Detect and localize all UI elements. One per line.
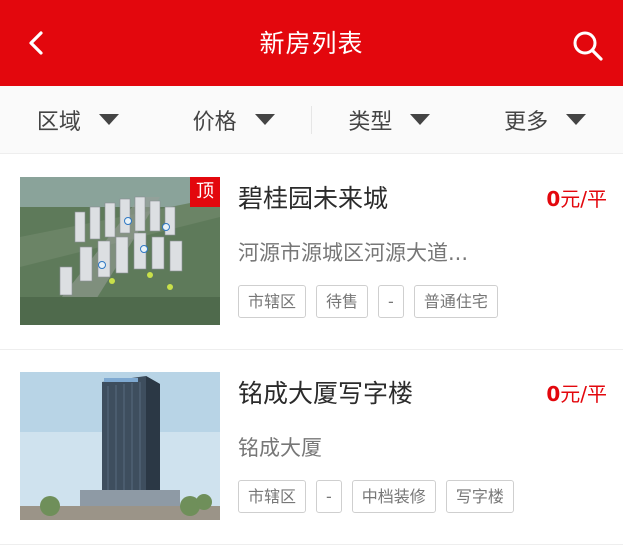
search-icon[interactable] — [571, 29, 605, 63]
listing-address: 河源市源城区河源大道... — [238, 241, 469, 265]
price-unit: 元/平 — [560, 187, 607, 211]
caret-down-icon — [566, 114, 587, 125]
listing-address: 铭成大厦 — [238, 436, 322, 460]
filter-type[interactable]: 类型 — [312, 86, 468, 153]
tag: 普通住宅 — [413, 285, 498, 318]
listing-name: 碧桂园未来城 — [238, 184, 389, 213]
listing-tags: 市辖区 待售 - 普通住宅 — [238, 285, 498, 318]
filter-divider — [311, 106, 312, 134]
tag: 中档装修 — [351, 480, 436, 513]
listing-price: 0元/平 — [546, 378, 607, 407]
page-title: 新房列表 — [259, 29, 364, 58]
filter-label: 价格 — [192, 109, 237, 135]
tag: - — [378, 285, 404, 318]
price-value: 0 — [546, 187, 561, 211]
listing-card[interactable]: 顶 碧桂园未来城 0元/平 河源市源城区河源大道... 市辖区 待售 - 普通住… — [0, 155, 623, 350]
filter-region[interactable]: 区域 — [0, 86, 156, 153]
filter-label: 区域 — [36, 109, 81, 135]
filter-label: 类型 — [348, 109, 393, 135]
price-unit: 元/平 — [560, 382, 607, 406]
listing-photo — [20, 372, 220, 520]
caret-down-icon — [98, 114, 119, 125]
caret-down-icon — [254, 114, 275, 125]
filter-more[interactable]: 更多 — [467, 86, 623, 153]
listing-card[interactable]: 铭成大厦写字楼 0元/平 铭成大厦 市辖区 - 中档装修 写字楼 — [0, 350, 623, 545]
filter-price[interactable]: 价格 — [156, 86, 312, 153]
top-nav-bar: 新房列表 — [0, 0, 623, 86]
top-badge: 顶 — [190, 177, 220, 207]
filter-label: 更多 — [504, 109, 549, 135]
listing-list: 顶 碧桂园未来城 0元/平 河源市源城区河源大道... 市辖区 待售 - 普通住… — [0, 155, 623, 545]
tag: - — [316, 480, 342, 513]
price-value: 0 — [546, 382, 561, 406]
listing-price: 0元/平 — [546, 183, 607, 212]
tag: 待售 — [316, 285, 369, 318]
listing-name: 铭成大厦写字楼 — [238, 379, 414, 408]
tag: 写字楼 — [445, 480, 514, 513]
caret-down-icon — [410, 114, 431, 125]
tag: 市辖区 — [238, 285, 307, 318]
tag: 市辖区 — [238, 480, 307, 513]
listing-tags: 市辖区 - 中档装修 写字楼 — [238, 480, 514, 513]
